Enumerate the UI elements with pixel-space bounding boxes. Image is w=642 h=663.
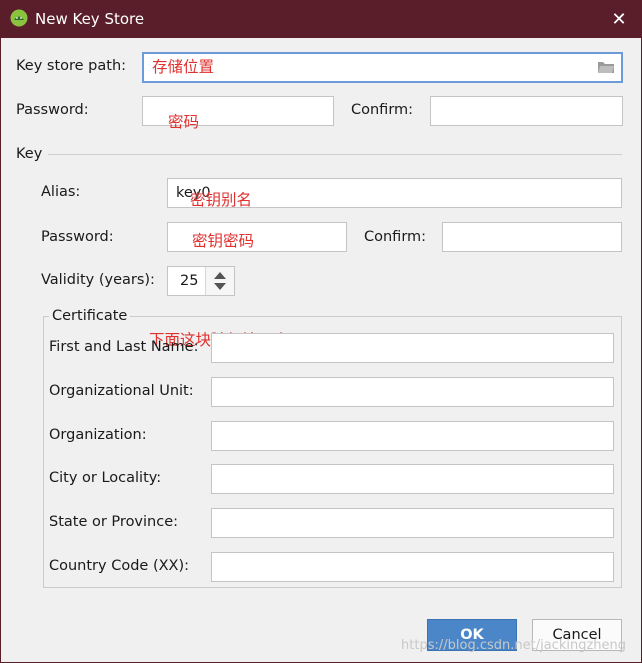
cert-label-name: First and Last Name: xyxy=(49,339,199,355)
key-password-annotation: 密钥密码 xyxy=(192,232,255,250)
keystore-password-annotation: 密码 xyxy=(168,113,200,131)
folder-icon[interactable] xyxy=(597,60,615,74)
close-icon: ✕ xyxy=(611,8,627,30)
cert-label-city: City or Locality: xyxy=(49,470,162,486)
spinner-buttons xyxy=(205,267,234,295)
cert-field-org-unit[interactable] xyxy=(211,377,614,407)
key-section-divider xyxy=(48,154,622,155)
cert-label-country: Country Code (XX): xyxy=(49,558,190,574)
cert-field-name[interactable] xyxy=(211,333,614,363)
window-title: New Key Store xyxy=(35,10,145,28)
alias-label: Alias: xyxy=(41,184,81,200)
cert-field-city[interactable] xyxy=(211,464,614,494)
key-confirm-field[interactable] xyxy=(442,222,622,252)
keystore-confirm-label: Confirm: xyxy=(351,102,414,118)
cert-label-organization: Organization: xyxy=(49,427,147,443)
keystore-confirm-field[interactable] xyxy=(430,96,623,126)
keystore-path-label: Key store path: xyxy=(16,58,127,74)
cert-field-country[interactable] xyxy=(211,552,614,582)
spin-down-icon[interactable] xyxy=(214,283,226,290)
watermark: https://blog.csdn.net/jackingzheng xyxy=(401,638,626,653)
key-section-label: Key xyxy=(16,146,43,162)
key-confirm-label: Confirm: xyxy=(364,229,427,245)
cert-label-state: State or Province: xyxy=(49,514,179,530)
keystore-password-label: Password: xyxy=(16,102,89,118)
validity-spinner[interactable]: 25 xyxy=(167,266,235,296)
cert-label-org-unit: Organizational Unit: xyxy=(49,383,194,399)
key-password-label: Password: xyxy=(41,229,114,245)
cert-field-organization[interactable] xyxy=(211,421,614,451)
validity-value: 25 xyxy=(180,273,199,289)
validity-label: Validity (years): xyxy=(41,272,155,288)
android-studio-icon xyxy=(10,9,28,27)
spin-up-icon[interactable] xyxy=(214,272,226,279)
close-button[interactable]: ✕ xyxy=(596,0,642,38)
keystore-path-value: 存储位置 xyxy=(152,58,215,76)
certificate-section-label: Certificate xyxy=(49,308,131,324)
title-bar: New Key Store ✕ xyxy=(0,0,642,38)
alias-annotation: 密钥别名 xyxy=(190,191,253,209)
cert-field-state[interactable] xyxy=(211,508,614,538)
keystore-path-field[interactable]: 存储位置 xyxy=(142,52,623,83)
